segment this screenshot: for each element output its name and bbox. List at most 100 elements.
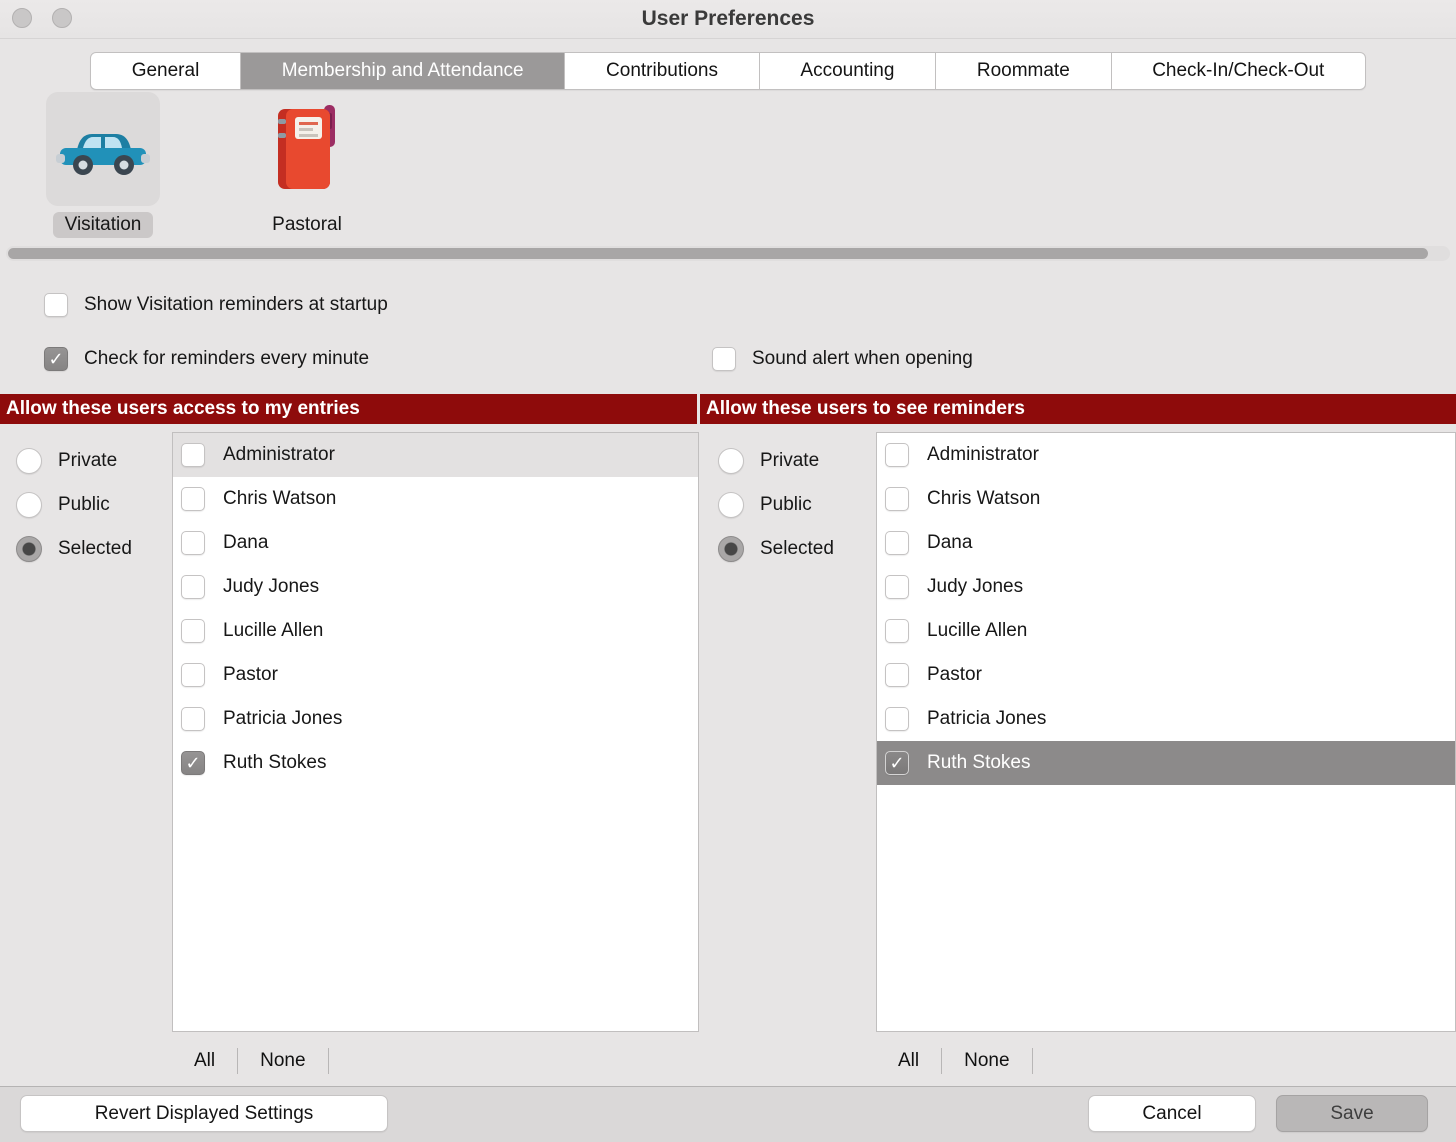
user-checkbox[interactable] — [181, 487, 205, 511]
radio-button[interactable] — [16, 492, 42, 518]
user-checkbox[interactable] — [181, 443, 205, 467]
checkbox[interactable] — [44, 347, 68, 371]
user-checkbox[interactable] — [181, 751, 205, 775]
tab-general[interactable]: General — [91, 53, 240, 89]
radio-label: Public — [58, 494, 110, 516]
user-row-judy-jones[interactable]: Judy Jones — [173, 565, 698, 609]
toolbar-item-visitation[interactable]: Visitation — [40, 92, 166, 238]
user-row-chris-watson[interactable]: Chris Watson — [173, 477, 698, 521]
user-name: Judy Jones — [927, 576, 1023, 598]
user-name: Pastor — [223, 664, 278, 686]
option-sound-alert-when-opening[interactable]: Sound alert when opening — [712, 346, 973, 372]
tab-contributions[interactable]: Contributions — [564, 53, 758, 89]
radio-option-selected[interactable]: Selected — [718, 536, 834, 562]
user-checkbox[interactable] — [181, 619, 205, 643]
user-name: Chris Watson — [927, 488, 1040, 510]
user-name: Ruth Stokes — [927, 752, 1031, 774]
toolbar-item-label: Pastoral — [260, 212, 354, 238]
user-name: Dana — [223, 532, 268, 554]
divider — [328, 1048, 329, 1074]
access-section-header: Allow these users access to my entries — [0, 394, 697, 424]
reminders-user-list: Administrator Chris Watson Dana Judy Jones L… — [876, 432, 1456, 1032]
user-name: Lucille Allen — [927, 620, 1027, 642]
checkbox[interactable] — [712, 347, 736, 371]
user-checkbox[interactable] — [181, 531, 205, 555]
option-label: Sound alert when opening — [752, 348, 973, 370]
user-checkbox[interactable] — [885, 663, 909, 687]
radio-option-private[interactable]: Private — [718, 448, 834, 474]
radio-label: Private — [760, 450, 819, 472]
tab-membership-and-attendance[interactable]: Membership and Attendance — [240, 53, 564, 89]
radio-button[interactable] — [718, 492, 744, 518]
user-row-lucille-allen[interactable]: Lucille Allen — [173, 609, 698, 653]
user-checkbox[interactable] — [181, 575, 205, 599]
tab-accounting[interactable]: Accounting — [759, 53, 935, 89]
user-row-judy-jones[interactable]: Judy Jones — [877, 565, 1455, 609]
user-name: Chris Watson — [223, 488, 336, 510]
radio-button[interactable] — [16, 448, 42, 474]
tab-check-in-check-out[interactable]: Check-In/Check-Out — [1111, 53, 1366, 89]
toolbar-item-pastoral[interactable]: Pastoral — [248, 92, 366, 238]
user-checkbox[interactable] — [885, 575, 909, 599]
user-name: Administrator — [927, 444, 1039, 466]
scrollbar-thumb[interactable] — [8, 248, 1428, 259]
title-bar: User Preferences — [0, 0, 1456, 39]
user-row-dana[interactable]: Dana — [877, 521, 1455, 565]
user-checkbox[interactable] — [181, 707, 205, 731]
user-row-dana[interactable]: Dana — [173, 521, 698, 565]
user-row-pastor[interactable]: Pastor — [877, 653, 1455, 697]
user-row-patricia-jones[interactable]: Patricia Jones — [173, 697, 698, 741]
user-checkbox[interactable] — [181, 663, 205, 687]
user-row-pastor[interactable]: Pastor — [173, 653, 698, 697]
access-radio-group: Private Public Selected — [16, 448, 132, 580]
user-row-chris-watson[interactable]: Chris Watson — [877, 477, 1455, 521]
tab-roommate[interactable]: Roommate — [935, 53, 1110, 89]
access-user-list: Administrator Chris Watson Dana Judy Jones L… — [172, 432, 699, 1032]
save-button[interactable]: Save — [1276, 1095, 1428, 1132]
user-checkbox[interactable] — [885, 531, 909, 555]
horizontal-scrollbar[interactable] — [6, 246, 1450, 261]
user-row-ruth-stokes[interactable]: Ruth Stokes — [173, 741, 698, 785]
user-name: Patricia Jones — [927, 708, 1046, 730]
radio-button[interactable] — [718, 536, 744, 562]
user-row-lucille-allen[interactable]: Lucille Allen — [877, 609, 1455, 653]
user-row-patricia-jones[interactable]: Patricia Jones — [877, 697, 1455, 741]
radio-button[interactable] — [718, 448, 744, 474]
cancel-button[interactable]: Cancel — [1088, 1095, 1256, 1132]
reminders-section-header: Allow these users to see reminders — [700, 394, 1456, 424]
user-row-administrator[interactable]: Administrator — [877, 433, 1455, 477]
option-show-visitation-reminders[interactable]: Show Visitation reminders at startup — [44, 292, 388, 318]
notebook-icon — [250, 92, 364, 206]
option-check-reminders-every-minute[interactable]: Check for reminders every minute — [44, 346, 369, 372]
user-row-ruth-stokes[interactable]: Ruth Stokes — [877, 741, 1455, 785]
user-checkbox[interactable] — [885, 487, 909, 511]
user-checkbox[interactable] — [885, 707, 909, 731]
user-name: Administrator — [223, 444, 335, 466]
user-name: Dana — [927, 532, 972, 554]
radio-option-public[interactable]: Public — [718, 492, 834, 518]
toolbar-item-label: Visitation — [53, 212, 154, 238]
checkbox[interactable] — [44, 293, 68, 317]
reminders-all-button[interactable]: All — [876, 1050, 941, 1072]
radio-option-selected[interactable]: Selected — [16, 536, 132, 562]
user-checkbox[interactable] — [885, 619, 909, 643]
radio-label: Private — [58, 450, 117, 472]
user-name: Patricia Jones — [223, 708, 342, 730]
divider — [1032, 1048, 1033, 1074]
user-checkbox[interactable] — [885, 443, 909, 467]
revert-displayed-settings-button[interactable]: Revert Displayed Settings — [20, 1095, 388, 1132]
user-row-administrator[interactable]: Administrator — [173, 433, 698, 477]
user-name: Pastor — [927, 664, 982, 686]
radio-button[interactable] — [16, 536, 42, 562]
access-none-button[interactable]: None — [238, 1050, 327, 1072]
user-name: Judy Jones — [223, 576, 319, 598]
user-name: Lucille Allen — [223, 620, 323, 642]
radio-option-public[interactable]: Public — [16, 492, 132, 518]
reminders-radio-group: Private Public Selected — [718, 448, 834, 580]
access-all-button[interactable]: All — [172, 1050, 237, 1072]
radio-option-private[interactable]: Private — [16, 448, 132, 474]
reminders-none-button[interactable]: None — [942, 1050, 1031, 1072]
user-checkbox[interactable] — [885, 751, 909, 775]
user-preferences-window: User Preferences GeneralMembership and A… — [0, 0, 1456, 1142]
user-name: Ruth Stokes — [223, 752, 327, 774]
